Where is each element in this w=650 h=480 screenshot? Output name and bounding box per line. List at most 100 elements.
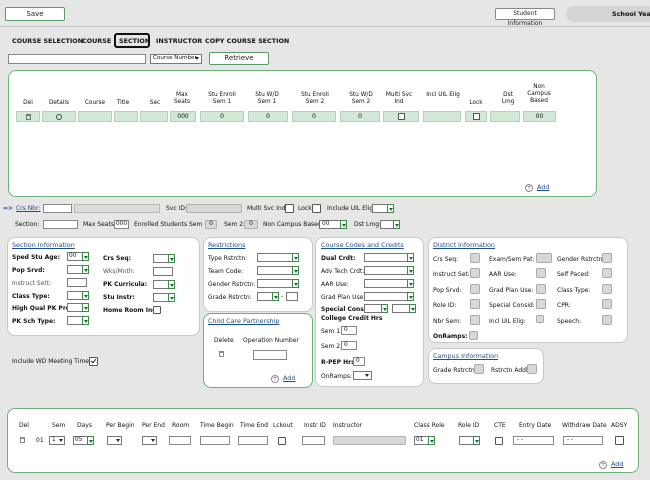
instruct-sett-select[interactable] xyxy=(67,278,87,287)
mt-class-role-dropdown-icon[interactable] xyxy=(428,436,435,445)
mt-time-end-input[interactable] xyxy=(238,436,268,445)
mt-room-input[interactable] xyxy=(169,436,191,445)
multi-svc-checkbox[interactable] xyxy=(397,113,405,120)
aar-use-select[interactable] xyxy=(364,279,408,288)
type-rstrctn-select[interactable] xyxy=(257,253,293,262)
multi-svc-ind-checkbox[interactable] xyxy=(285,204,294,213)
mt-days-dropdown-icon[interactable] xyxy=(87,436,94,445)
non-campus-dropdown-icon[interactable] xyxy=(340,220,347,229)
tab-instructor[interactable]: INSTRUCTOR xyxy=(156,37,202,45)
sped-stu-age-select[interactable]: 00 xyxy=(67,252,83,261)
grade-rstrctn-to-select[interactable] xyxy=(286,292,298,301)
mt-per-end-select[interactable] xyxy=(142,436,157,445)
mt-time-begin-input[interactable] xyxy=(200,436,230,445)
mt-adsy-checkbox[interactable] xyxy=(615,436,624,445)
student-information-button[interactable]: Student Information xyxy=(495,8,555,27)
details-cell[interactable] xyxy=(42,111,76,122)
adv-tech-crdt-dropdown-icon[interactable] xyxy=(407,266,414,275)
tab-copy-course-section[interactable]: COPY COURSE SECTION xyxy=(205,37,289,45)
lock-ind-checkbox[interactable] xyxy=(312,204,321,213)
child-care-add-link[interactable]: Add xyxy=(283,374,295,382)
del-cell[interactable] xyxy=(16,111,40,122)
add-icon[interactable]: + xyxy=(525,184,533,192)
team-code-dropdown-icon[interactable] xyxy=(292,266,299,275)
grade-rstrctn-from-select[interactable] xyxy=(257,292,273,301)
add-section-link[interactable]: Add xyxy=(537,183,549,191)
retrieve-button[interactable]: Retrieve xyxy=(209,52,269,65)
crs-nbr-input[interactable] xyxy=(43,204,72,213)
operation-number-input[interactable] xyxy=(253,350,287,360)
special-consid-dropdown-icon-2[interactable] xyxy=(409,304,416,313)
lock-checkbox[interactable] xyxy=(472,113,480,120)
non-campus-select[interactable]: 00 xyxy=(319,220,341,229)
special-consid-select-2[interactable] xyxy=(392,304,410,313)
mt-class-role-select[interactable]: 01 xyxy=(414,436,429,445)
crs-seq-dropdown-icon[interactable] xyxy=(168,254,175,263)
rpep-hrs-input[interactable]: 0 xyxy=(353,357,365,366)
onramps-select[interactable] xyxy=(353,371,372,380)
tab-course-selection[interactable]: COURSE SELECTION xyxy=(12,37,83,45)
dual-crdt-dropdown-icon[interactable] xyxy=(407,253,414,262)
wks-mnth-input[interactable] xyxy=(153,267,173,276)
home-room-checkbox[interactable] xyxy=(153,306,161,314)
section-input[interactable] xyxy=(43,220,78,229)
mt-instr-id-input[interactable] xyxy=(302,436,325,445)
crs-title-input[interactable] xyxy=(74,204,160,213)
college-sem1-input[interactable]: 0 xyxy=(341,326,357,335)
mt-cte-checkbox[interactable] xyxy=(495,437,503,445)
mt-lckout-checkbox[interactable] xyxy=(278,437,286,445)
include-wd-checkbox[interactable] xyxy=(89,357,98,366)
tab-section[interactable]: SECTION xyxy=(114,33,150,48)
pop-srvd-dropdown-icon[interactable] xyxy=(82,265,89,274)
dual-crdt-select[interactable] xyxy=(364,253,408,262)
mt-add-link[interactable]: Add xyxy=(611,460,623,468)
aar-use-dropdown-icon[interactable] xyxy=(407,279,414,288)
stu-instr-dropdown-icon[interactable] xyxy=(168,293,175,302)
team-code-select[interactable] xyxy=(257,266,293,275)
mt-role-id-dropdown-icon[interactable] xyxy=(473,436,480,445)
max-seats-input[interactable]: 000 xyxy=(114,220,129,229)
high-qual-pk-select[interactable] xyxy=(67,303,83,312)
gender-rstrctn-dropdown-icon[interactable] xyxy=(292,279,299,288)
class-type-dropdown-icon[interactable] xyxy=(82,291,89,300)
child-care-add-icon[interactable]: + xyxy=(271,375,279,383)
dst-lmg-dropdown-icon[interactable] xyxy=(393,220,400,229)
incl-uil-dropdown-icon[interactable] xyxy=(387,204,394,213)
pop-srvd-select[interactable] xyxy=(67,265,83,274)
mt-days-select[interactable]: 05 xyxy=(73,436,88,445)
class-type-select[interactable] xyxy=(67,291,83,300)
save-button[interactable]: Save xyxy=(5,7,65,21)
pk-curricula-select[interactable] xyxy=(153,280,169,289)
mt-add-icon[interactable]: + xyxy=(599,461,607,469)
mt-role-id-select[interactable] xyxy=(459,436,474,445)
search-input[interactable] xyxy=(8,54,146,64)
adv-tech-crdt-select[interactable] xyxy=(364,266,408,275)
pk-curricula-dropdown-icon[interactable] xyxy=(168,280,175,289)
incl-uil-select[interactable] xyxy=(372,204,388,213)
sped-stu-age-dropdown-icon[interactable] xyxy=(82,252,89,261)
sort-by-select[interactable]: Course Number xyxy=(150,54,202,64)
crs-seq-select[interactable] xyxy=(153,254,169,263)
special-consid-select-1[interactable] xyxy=(364,304,382,313)
grad-plan-use-dropdown-icon[interactable] xyxy=(407,292,414,301)
type-rstrctn-dropdown-icon[interactable] xyxy=(292,253,299,262)
college-sem2-input[interactable]: 0 xyxy=(341,341,357,350)
pk-sch-type-select[interactable] xyxy=(67,316,83,325)
mt-withdraw-date-input[interactable]: - - xyxy=(563,436,603,445)
mt-sem-select[interactable]: 1 xyxy=(49,436,65,445)
grade-rstrctn-from-dropdown-icon[interactable] xyxy=(272,292,279,301)
stu-instr-select[interactable] xyxy=(153,293,169,302)
trash-icon[interactable] xyxy=(20,437,25,443)
trash-icon[interactable] xyxy=(219,351,224,357)
trash-icon[interactable] xyxy=(25,114,31,120)
magnifier-icon[interactable] xyxy=(56,114,62,120)
pk-sch-type-dropdown-icon[interactable] xyxy=(82,316,89,325)
mt-entry-date-input[interactable]: - - xyxy=(513,436,554,445)
special-consid-dropdown-icon-1[interactable] xyxy=(381,304,388,313)
dst-lmg-select[interactable] xyxy=(380,220,394,229)
tab-course[interactable]: COURSE xyxy=(82,37,111,45)
grad-plan-use-select[interactable] xyxy=(364,292,408,301)
gender-rstrctn-select[interactable] xyxy=(257,279,293,288)
mt-per-begin-select[interactable] xyxy=(107,436,122,445)
high-qual-pk-dropdown-icon[interactable] xyxy=(82,303,89,312)
